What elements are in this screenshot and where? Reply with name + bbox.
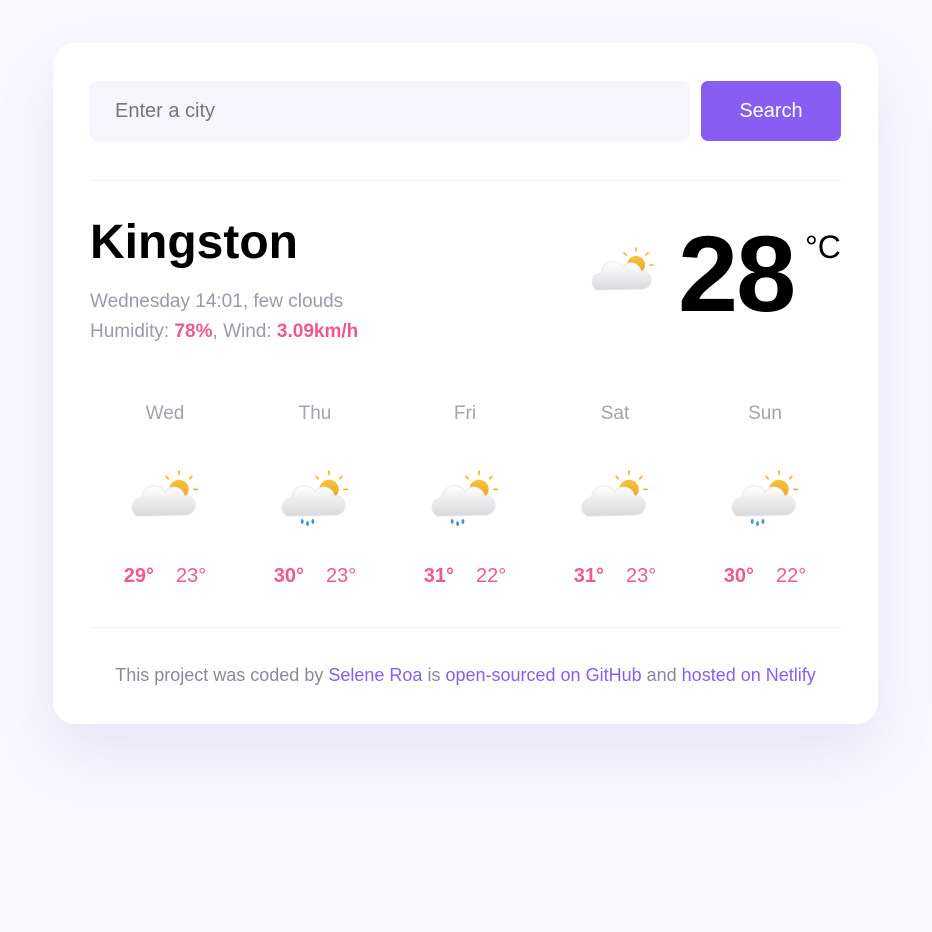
day-time-description: Wednesday 14:01, few clouds xyxy=(90,291,344,312)
forecast-temperatures: 30° 22° xyxy=(690,565,840,588)
forecast-temperatures: 30° 23° xyxy=(240,565,390,588)
netlify-link[interactable]: hosted on Netlify xyxy=(682,665,816,685)
forecast-max-temp: 29° xyxy=(123,565,154,587)
temperature-unit: °C xyxy=(805,229,841,265)
weather-description: few clouds xyxy=(253,291,344,312)
forecast-min-temp: 22° xyxy=(476,565,507,587)
forecast-max-temp: 30° xyxy=(273,565,304,587)
forecast-min-temp: 23° xyxy=(326,565,357,587)
few-clouds-icon xyxy=(131,470,199,517)
forecast-day: Thu 30° 23° xyxy=(240,403,390,603)
footer-text: is xyxy=(427,665,441,685)
current-temperature: 28 xyxy=(678,213,796,334)
forecast-day-name: Wed xyxy=(145,403,185,424)
forecast-temperatures: 31° 22° xyxy=(390,565,540,588)
forecast-min-temp: 22° xyxy=(776,565,807,587)
divider xyxy=(90,180,841,181)
forecast-min-temp: 23° xyxy=(176,565,207,587)
forecast-day: Wed 29° 23° xyxy=(90,403,240,603)
divider xyxy=(90,627,841,628)
footer: This project was coded by Selene Roa is … xyxy=(53,665,878,686)
wind-label: Wind: xyxy=(223,321,272,342)
footer-text: This project was coded by xyxy=(115,665,324,685)
forecast-day: Sun 30° 22° xyxy=(690,403,840,603)
forecast-temperatures: 31° 23° xyxy=(540,565,690,588)
github-link[interactable]: open-sourced on GitHub xyxy=(445,665,641,685)
city-search-input[interactable] xyxy=(90,81,690,141)
day-time: Wednesday 14:01 xyxy=(90,291,243,312)
forecast-day: Sat 31° 23° xyxy=(540,403,690,603)
wind-value: 3.09km/h xyxy=(276,321,359,342)
forecast: Wed 29° 23° Thu 30° 23° Fri 31° 22° Sat … xyxy=(90,403,841,603)
forecast-day-name: Sun xyxy=(748,403,782,424)
search-form: Search xyxy=(90,81,841,141)
forecast-day-name: Sat xyxy=(600,403,630,424)
few-clouds-icon xyxy=(581,470,649,517)
rain-cloud-sun-icon xyxy=(731,470,799,526)
forecast-min-temp: 23° xyxy=(626,565,657,587)
footer-text: and xyxy=(646,665,677,685)
rain-cloud-sun-icon xyxy=(431,470,499,526)
humidity-wind: Humidity: 78%, Wind: 3.09km/h xyxy=(90,321,359,342)
humidity-value: 78% xyxy=(174,321,213,342)
forecast-max-temp: 30° xyxy=(723,565,754,587)
forecast-max-temp: 31° xyxy=(573,565,604,587)
city-name: Kingston xyxy=(90,216,298,269)
forecast-day-name: Thu xyxy=(298,403,332,424)
forecast-max-temp: 31° xyxy=(423,565,454,587)
few-clouds-icon xyxy=(591,247,654,291)
forecast-day: Fri 31° 22° xyxy=(390,403,540,603)
search-button[interactable]: Search xyxy=(701,81,841,141)
current-details: Wednesday 14:01, few clouds Humidity: 78… xyxy=(90,287,358,347)
author-link[interactable]: Selene Roa xyxy=(328,665,422,685)
rain-cloud-sun-icon xyxy=(281,470,349,526)
weather-card: Search Kingston Wednesday 14:01, few clo… xyxy=(53,43,878,724)
humidity-label: Humidity: xyxy=(90,321,170,342)
forecast-temperatures: 29° 23° xyxy=(90,565,240,588)
forecast-day-name: Fri xyxy=(453,403,477,424)
